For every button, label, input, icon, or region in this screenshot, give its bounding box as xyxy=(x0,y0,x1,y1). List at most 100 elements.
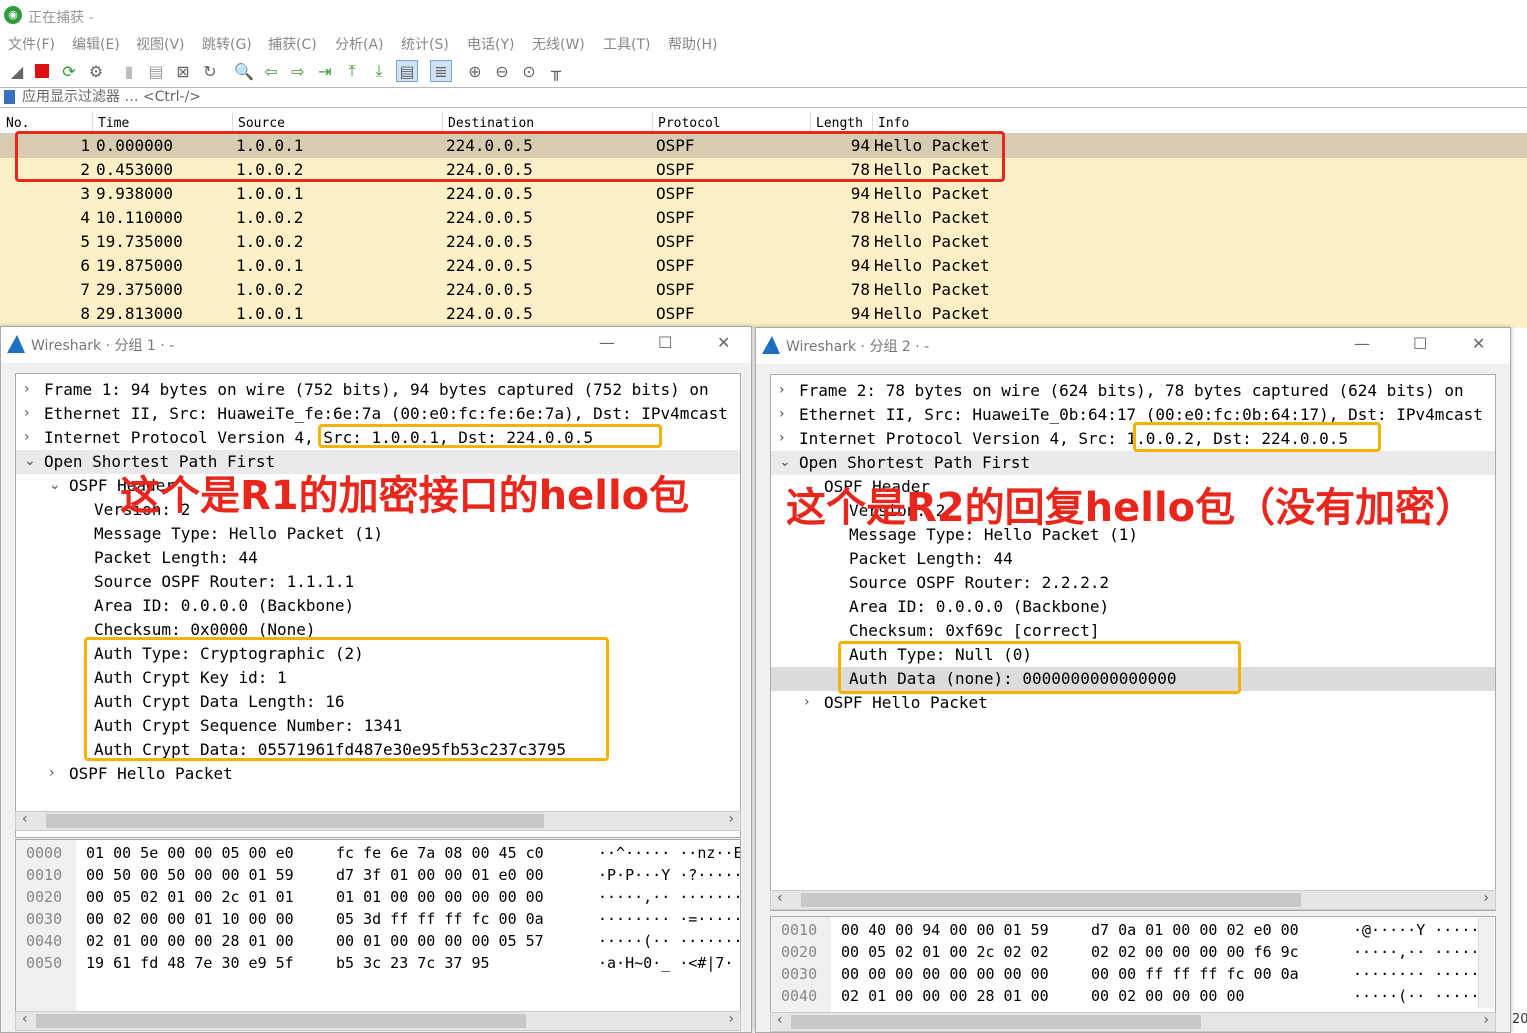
menu-item-4[interactable]: 捕获(C) xyxy=(268,34,317,54)
packet-row[interactable]: 4 10.110000 1.0.0.2 224.0.0.5 OSPF 78 Hello Pa… xyxy=(0,206,1527,230)
close-icon[interactable]: ✕ xyxy=(1472,334,1485,353)
col-time[interactable]: Time xyxy=(98,116,129,131)
tree-node[interactable]: Source OSPF Router: 1.1.1.1 xyxy=(16,570,740,594)
bookmark-icon[interactable] xyxy=(4,90,15,104)
go-to-packet-icon[interactable]: ⇥ xyxy=(314,60,336,82)
tree-node[interactable]: › Ethernet II, Src: HuaweiTe_fe:6e:7a (00… xyxy=(16,402,740,426)
tree-node[interactable]: Area ID: 0.0.0.0 (Backbone) xyxy=(771,595,1495,619)
stop-capture-icon[interactable] xyxy=(31,60,53,82)
hex-row[interactable]: 0050 19 61 fd 48 7e 30 e9 5f b5 3c 23 7c 3… xyxy=(16,952,740,974)
packet-info: Hello Packet xyxy=(874,232,990,251)
packet-row[interactable]: 8 29.813000 1.0.0.1 224.0.0.5 OSPF 94 Hello Pa… xyxy=(0,302,1527,326)
menu-item-0[interactable]: 文件(F) xyxy=(8,34,55,54)
tree-node[interactable]: Area ID: 0.0.0.0 (Backbone) xyxy=(16,594,740,618)
zoom-out-icon[interactable]: ⊖ xyxy=(491,60,513,82)
col-source[interactable]: Source xyxy=(238,116,285,131)
collapse-arrow-icon[interactable]: ⌄ xyxy=(24,453,36,469)
maximize-icon[interactable]: ☐ xyxy=(1413,334,1427,353)
col-destination[interactable]: Destination xyxy=(448,116,534,131)
expand-arrow-icon[interactable]: › xyxy=(779,430,785,446)
bytes-horizontal-scrollbar[interactable]: ‹ › xyxy=(770,1012,1496,1032)
packet-row[interactable]: 5 19.735000 1.0.0.2 224.0.0.5 OSPF 78 Hello Pa… xyxy=(0,230,1527,254)
bytes-horizontal-scrollbar[interactable]: ‹ › xyxy=(15,1011,741,1031)
minimize-icon[interactable]: — xyxy=(599,333,615,352)
tree-node[interactable]: ⌄ Open Shortest Path First xyxy=(16,450,740,474)
hex-row[interactable]: 0040 02 01 00 00 00 28 01 00 00 01 00 00 0… xyxy=(16,930,740,952)
col-protocol[interactable]: Protocol xyxy=(658,116,721,131)
first-packet-icon[interactable]: ⤒ xyxy=(341,60,363,82)
zoom-reset-icon[interactable]: ⊙ xyxy=(518,60,540,82)
bytes-vertical-scrollbar[interactable] xyxy=(1478,918,1494,1008)
restart-capture-icon[interactable]: ⟳ xyxy=(58,60,80,82)
menu-item-6[interactable]: 统计(S) xyxy=(401,34,449,54)
tree-node[interactable]: Message Type: Hello Packet (1) xyxy=(16,522,740,546)
go-forward-icon[interactable]: ⇨ xyxy=(287,60,309,82)
expand-arrow-icon[interactable]: › xyxy=(49,765,55,781)
expand-arrow-icon[interactable]: › xyxy=(779,382,785,398)
tree-node[interactable]: › OSPF Hello Packet xyxy=(16,762,740,786)
tree-node[interactable]: › Frame 2: 78 bytes on wire (624 bits), 7… xyxy=(771,379,1495,403)
colorize-icon[interactable]: ≣ xyxy=(430,60,452,82)
col-no[interactable]: No. xyxy=(6,116,29,131)
annotation-r2: 这个是R2的回复hello包（没有加密） xyxy=(786,485,1476,531)
details-horizontal-scrollbar[interactable]: ‹ › xyxy=(15,811,741,831)
reload-file-icon[interactable]: ↻ xyxy=(199,60,221,82)
collapse-arrow-icon[interactable]: ⌄ xyxy=(779,454,791,470)
expand-arrow-icon[interactable]: › xyxy=(24,429,30,445)
hex-row[interactable]: 0040 02 01 00 00 00 28 01 00 00 02 00 00 0… xyxy=(771,985,1495,1007)
hex-off: 0020 xyxy=(26,888,63,906)
expand-arrow-icon[interactable]: › xyxy=(804,694,810,710)
collapse-arrow-icon[interactable]: ⌄ xyxy=(49,477,61,493)
tree-node[interactable]: Source OSPF Router: 2.2.2.2 xyxy=(771,571,1495,595)
hex-row[interactable]: 0020 00 05 02 01 00 2c 02 02 02 02 00 00 0… xyxy=(771,941,1495,963)
expand-arrow-icon[interactable]: › xyxy=(779,406,785,422)
auto-scroll-icon[interactable]: ▤ xyxy=(396,60,418,82)
tree-node[interactable]: ⌄ Open Shortest Path First xyxy=(771,451,1495,475)
display-filter-bar[interactable]: 应用显示过滤器 … <Ctrl-/> xyxy=(0,87,1527,108)
hex-row[interactable]: 0010 00 40 00 94 00 00 01 59 d7 0a 01 00 0… xyxy=(771,919,1495,941)
hex-b: 00 01 00 00 00 00 05 57 xyxy=(336,932,544,950)
go-back-icon[interactable]: ⇦ xyxy=(260,60,282,82)
menu-item-7[interactable]: 电话(Y) xyxy=(467,34,514,54)
menu-item-8[interactable]: 无线(W) xyxy=(532,34,585,54)
menu-item-10[interactable]: 帮助(H) xyxy=(668,34,717,54)
packet-row[interactable]: 3 9.938000 1.0.0.1 224.0.0.5 OSPF 94 Hello Pac… xyxy=(0,182,1527,206)
expand-arrow-icon[interactable]: › xyxy=(24,381,30,397)
menu-item-5[interactable]: 分析(A) xyxy=(335,34,384,54)
packet-source: 1.0.0.2 xyxy=(236,232,304,251)
find-packet-icon[interactable]: 🔍 xyxy=(233,60,255,82)
minimize-icon[interactable]: — xyxy=(1354,334,1370,353)
expand-arrow-icon[interactable]: › xyxy=(24,405,30,421)
packet-row[interactable]: 6 19.875000 1.0.0.1 224.0.0.5 OSPF 94 Hello Pa… xyxy=(0,254,1527,278)
close-file-icon[interactable]: ⊠ xyxy=(172,60,194,82)
resize-columns-icon[interactable]: ╥ xyxy=(545,60,567,82)
save-file-icon[interactable]: ▤ xyxy=(145,60,167,82)
menu-item-2[interactable]: 视图(V) xyxy=(136,34,185,54)
close-icon[interactable]: ✕ xyxy=(717,333,730,352)
capture-options-gear-icon[interactable]: ⚙ xyxy=(85,60,107,82)
hex-row[interactable]: 0030 00 00 00 00 00 00 00 00 00 00 ff ff f… xyxy=(771,963,1495,985)
hex-row[interactable]: 0000 01 00 5e 00 00 05 00 e0 fc fe 6e 7a 0… xyxy=(16,842,740,864)
tree-node[interactable]: Checksum: 0xf69c [correct] xyxy=(771,619,1495,643)
menu-item-1[interactable]: 编辑(E) xyxy=(72,34,120,54)
hex-off: 0030 xyxy=(781,965,818,983)
hex-row[interactable]: 0020 00 05 02 01 00 2c 01 01 01 01 00 00 0… xyxy=(16,886,740,908)
open-file-icon[interactable]: ▮ xyxy=(118,60,140,82)
menu-item-3[interactable]: 跳转(G) xyxy=(202,34,252,54)
menu-item-9[interactable]: 工具(T) xyxy=(603,34,650,54)
tree-node[interactable]: › Frame 1: 94 bytes on wire (752 bits), 9… xyxy=(16,378,740,402)
last-packet-icon[interactable]: ⤓ xyxy=(368,60,390,82)
zoom-in-icon[interactable]: ⊕ xyxy=(464,60,486,82)
tree-node[interactable]: › OSPF Hello Packet xyxy=(771,691,1495,715)
tree-node[interactable]: Packet Length: 44 xyxy=(771,547,1495,571)
packet-protocol: OSPF xyxy=(656,256,695,275)
hex-row[interactable]: 0010 00 50 00 50 00 00 01 59 d7 3f 01 00 0… xyxy=(16,864,740,886)
packet-row[interactable]: 7 29.375000 1.0.0.2 224.0.0.5 OSPF 78 Hello Pa… xyxy=(0,278,1527,302)
col-info[interactable]: Info xyxy=(878,116,909,131)
details-horizontal-scrollbar[interactable]: ‹ › xyxy=(770,890,1496,910)
maximize-icon[interactable]: ☐ xyxy=(658,333,672,352)
col-length[interactable]: Length xyxy=(816,116,863,131)
tree-node[interactable]: Packet Length: 44 xyxy=(16,546,740,570)
hex-row[interactable]: 0030 00 02 00 00 01 10 00 00 05 3d ff ff f… xyxy=(16,908,740,930)
shark-fin-start-icon[interactable]: ◢ xyxy=(6,60,28,82)
